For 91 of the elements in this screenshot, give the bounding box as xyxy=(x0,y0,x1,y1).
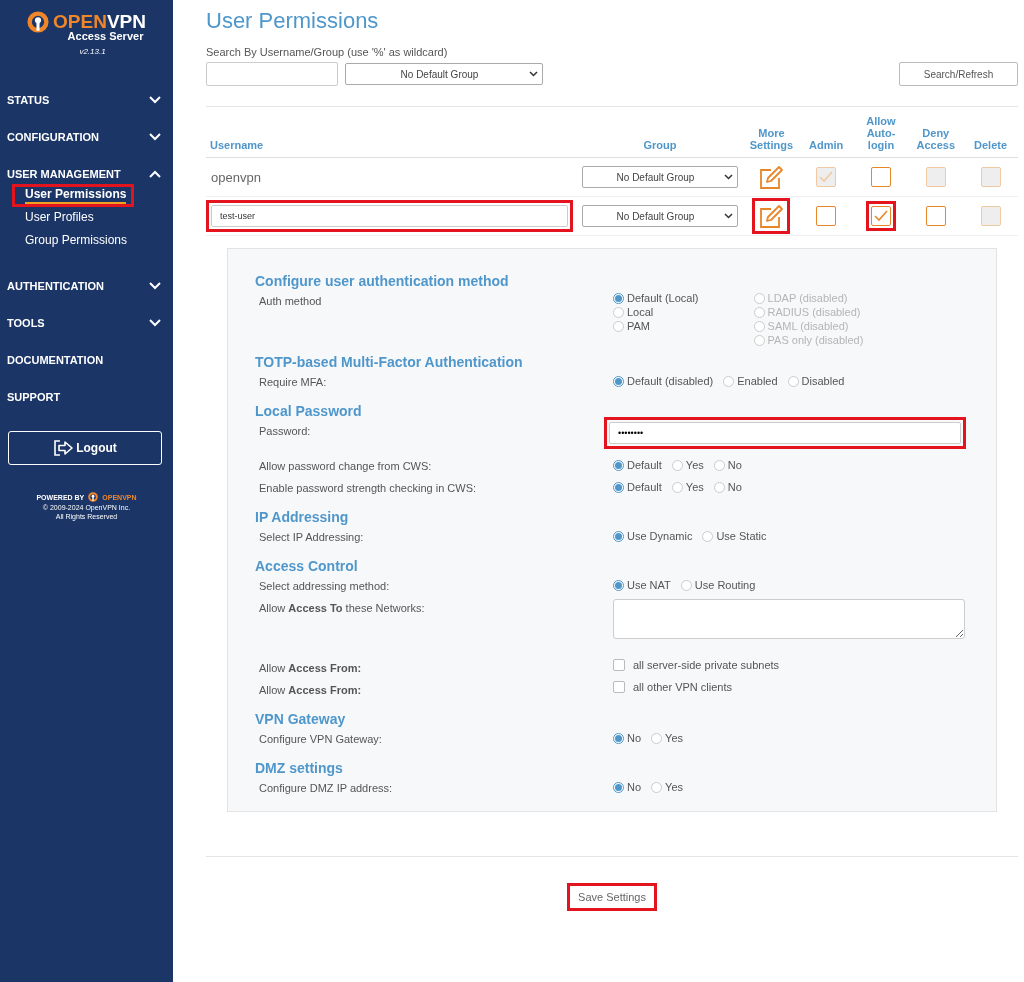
username-field[interactable]: test-user xyxy=(211,205,568,227)
keyhole-logo-icon xyxy=(27,11,50,33)
logout-button[interactable]: Logout xyxy=(8,431,162,465)
search-field[interactable] xyxy=(206,62,338,86)
nav-section[interactable]: CONFIGURATION xyxy=(0,118,173,155)
deny-access-checkbox[interactable] xyxy=(925,206,946,226)
section-heading: Access Control xyxy=(255,558,359,574)
radio-option[interactable]: Yes xyxy=(651,732,683,744)
section-heading: Local Password xyxy=(255,403,363,419)
radio-option[interactable]: Use Routing xyxy=(680,579,756,591)
checkmark-icon xyxy=(819,171,834,183)
column-header: Admin xyxy=(798,107,854,158)
radio-option[interactable]: Yes xyxy=(671,481,704,493)
column-header: Delete xyxy=(963,107,1018,158)
field-label: Configure DMZ IP address: xyxy=(258,781,394,794)
dropdown-caret-icon xyxy=(724,213,733,219)
column-header: More Settings xyxy=(744,107,799,158)
pencil-square-icon xyxy=(758,164,785,190)
section-heading: TOTP-based Multi-Factor Authentication xyxy=(255,354,524,370)
edit-button[interactable] xyxy=(757,164,786,190)
column-header: Allow Auto-login xyxy=(853,107,909,158)
radio-option[interactable]: Default xyxy=(613,481,662,493)
field-label: Allow Access To these Networks: xyxy=(258,601,426,614)
radio-option[interactable]: No xyxy=(613,781,642,793)
search-label: Search By Username/Group (use '%' as wildcard) xyxy=(206,46,449,58)
column-header: Deny Access xyxy=(908,107,964,158)
radio-option[interactable]: Disabled xyxy=(787,375,845,387)
section-heading: Configure user authentication method xyxy=(255,273,510,289)
nav-item[interactable]: User Profiles xyxy=(25,210,94,227)
radio-option[interactable]: Default xyxy=(613,459,662,471)
pencil-square-icon xyxy=(758,203,785,229)
section-heading: VPN Gateway xyxy=(255,711,347,727)
field-label: Select IP Addressing: xyxy=(258,530,365,543)
admin-checkbox[interactable] xyxy=(816,206,837,226)
section-heading: IP Addressing xyxy=(255,509,350,525)
exit-arrow-icon xyxy=(53,438,74,458)
field-label: Enable password strength checking in CWS: xyxy=(258,481,478,494)
page-title: User Permissions xyxy=(206,8,380,34)
column-header: Username xyxy=(206,107,576,158)
column-header: Group xyxy=(576,107,744,158)
field-label: Allow Access From: xyxy=(258,661,363,674)
radio-option[interactable]: No xyxy=(713,481,742,493)
radio-option[interactable]: No xyxy=(613,732,642,744)
checkbox-option[interactable]: all other VPN clients xyxy=(613,681,969,693)
nav-section[interactable]: SUPPORT xyxy=(0,378,173,415)
username-text: openvpn xyxy=(211,169,261,185)
chevron-up-icon xyxy=(149,169,161,178)
field-label: Require MFA: xyxy=(258,375,328,388)
dropdown-caret-icon xyxy=(724,174,733,180)
chevron-down-icon xyxy=(149,281,161,290)
dropdown-caret-icon xyxy=(529,71,538,77)
checkbox-option[interactable]: all server-side private subnets xyxy=(613,659,969,671)
group-dropdown[interactable]: No Default Group xyxy=(582,205,738,227)
chevron-down-icon xyxy=(149,95,161,104)
radio-option[interactable]: Use NAT xyxy=(613,579,671,591)
brand-name: OPENVPN xyxy=(53,11,146,32)
group-dropdown[interactable]: No Default Group xyxy=(582,166,738,188)
version-label: v2.13.1 xyxy=(79,47,106,56)
nav-item[interactable]: Group Permissions xyxy=(25,233,128,250)
nav-section[interactable]: AUTHENTICATION xyxy=(0,267,173,304)
radio-option[interactable]: Enabled xyxy=(723,375,778,387)
auto-login-checkbox[interactable] xyxy=(871,167,891,187)
radio-option[interactable]: Yes xyxy=(651,781,683,793)
radio-option[interactable]: Default (disabled) xyxy=(613,375,714,387)
radio-option[interactable]: Default (Local) xyxy=(613,292,699,304)
radio-option[interactable]: PAM xyxy=(613,320,699,332)
field-label: Allow password change from CWS: xyxy=(258,459,433,472)
radio-option[interactable]: Use Dynamic xyxy=(613,530,693,542)
checkmark-icon xyxy=(874,210,888,222)
chevron-down-icon xyxy=(149,318,161,327)
field-label: Auth method xyxy=(258,294,323,307)
nav-section[interactable]: DOCUMENTATION xyxy=(0,341,173,378)
group-dropdown[interactable]: No Default Group xyxy=(345,63,543,85)
radio-option[interactable]: Use Static xyxy=(702,530,767,542)
password-field[interactable]: •••••••• xyxy=(609,422,961,444)
field-label: Password: xyxy=(258,424,312,437)
chevron-down-icon xyxy=(149,132,161,141)
keyhole-logo-icon xyxy=(88,492,99,502)
nav-section[interactable]: TOOLS xyxy=(0,304,173,341)
nav-section[interactable]: STATUS xyxy=(0,81,173,118)
radio-option[interactable]: No xyxy=(713,459,742,471)
nav-item[interactable]: User Permissions xyxy=(25,187,127,204)
networks-text-area[interactable] xyxy=(613,599,965,639)
field-label: Allow Access From: xyxy=(258,683,363,696)
section-heading: DMZ settings xyxy=(255,760,344,776)
field-label: Select addressing method: xyxy=(258,579,391,592)
field-label: Configure VPN Gateway: xyxy=(258,732,383,745)
search-refresh-button[interactable]: Search/Refresh xyxy=(899,62,1018,86)
radio-option[interactable]: Local xyxy=(613,306,699,318)
product-name: Access Server xyxy=(67,30,144,42)
radio-option[interactable]: Yes xyxy=(671,459,704,471)
